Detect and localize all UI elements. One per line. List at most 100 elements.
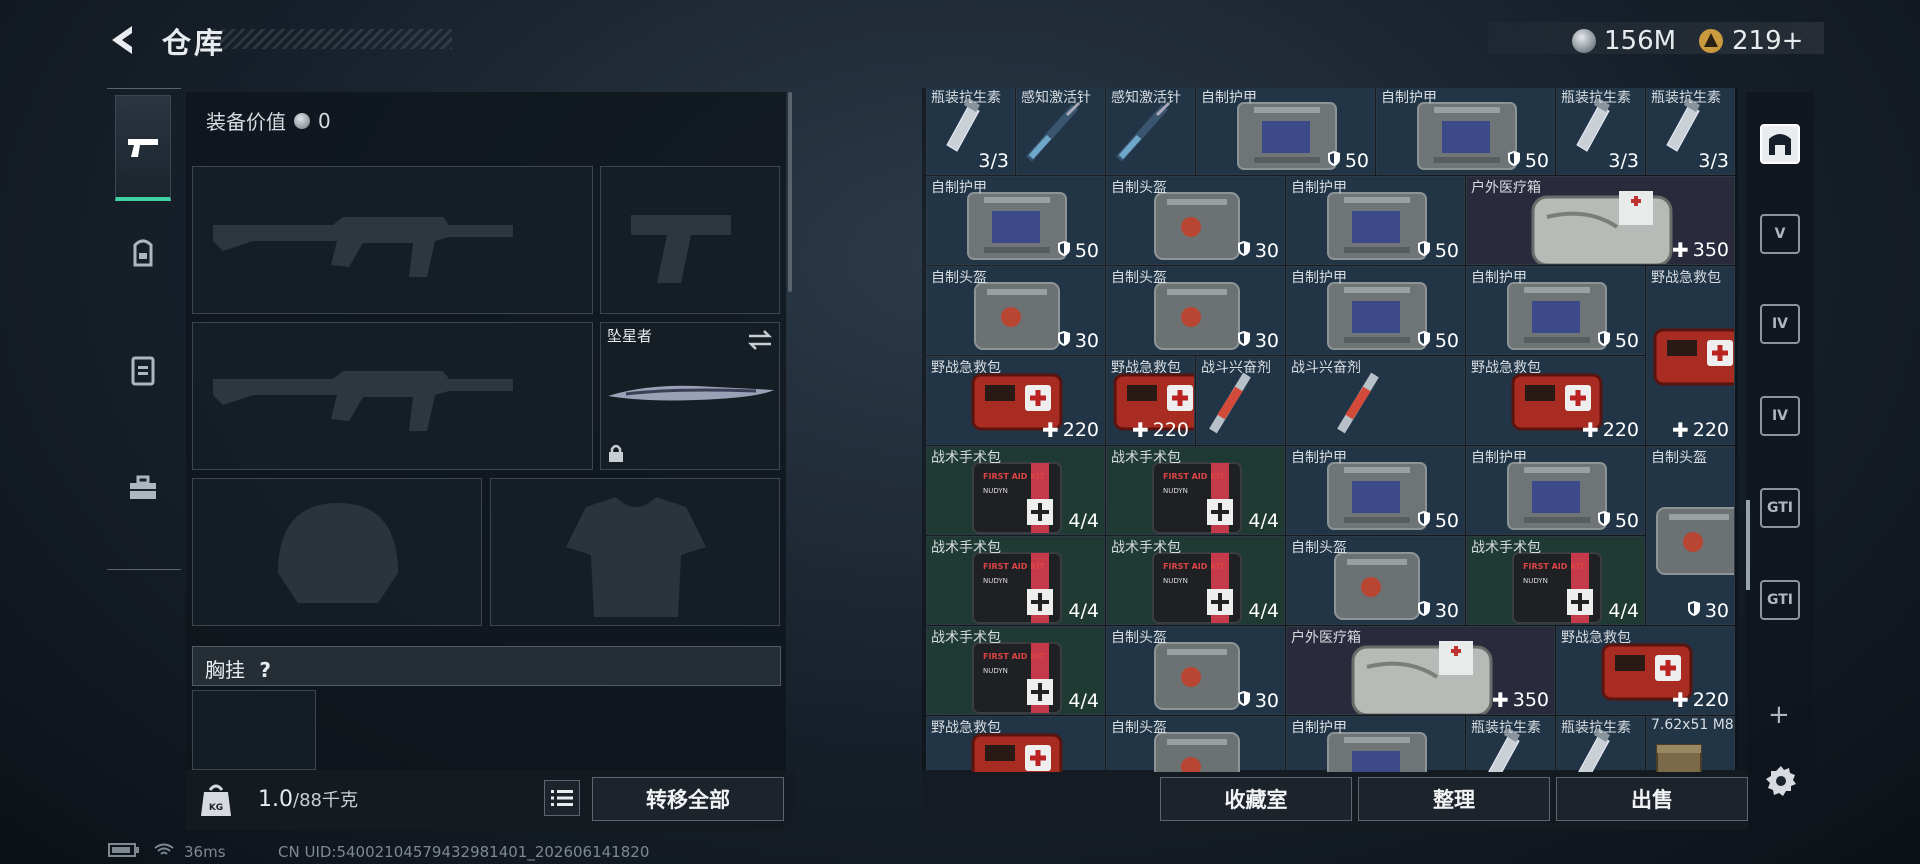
inventory-item[interactable]: 战斗兴奋剂 [1286,356,1465,445]
inventory-item[interactable]: 瓶装抗生素 3/3 [1646,88,1735,175]
gti-icon: GTI [1760,488,1800,528]
inventory-item[interactable]: 战术手术包 FIRST AID KIT NUDYN 4/4 [926,446,1105,535]
svg-text:NUDYN: NUDYN [1163,577,1188,585]
chest-rig-slot[interactable] [192,690,316,770]
filter-tab-backpack-sort[interactable] [1758,122,1802,166]
inventory-item[interactable]: 战术手术包 FIRST AID KIT NUDYN 4/4 [926,626,1105,715]
filter-tab-tier-iv-plus[interactable]: IV [1758,394,1802,438]
inventory-item[interactable]: 野战急救包 ✚ 220 [1466,356,1645,445]
melee-slot[interactable]: 坠星者 [600,322,780,470]
title-decoration [212,29,452,49]
inventory-item[interactable]: 战斗兴奋剂 [1196,356,1285,445]
inventory-item[interactable]: 战术手术包 FIRST AID KIT NUDYN 4/4 [1106,536,1285,625]
sort-button[interactable]: 整理 [1358,777,1550,821]
inventory-item[interactable]: 自制护甲 50 [1376,88,1555,175]
item-name: 自制护甲 [1291,720,1347,736]
inventory-item[interactable]: 自制护甲 [1286,716,1465,772]
inventory-item[interactable]: 自制头盔 30 [1106,176,1285,265]
currency-gold[interactable]: 219+ [1698,26,1803,56]
item-name: 户外医疗箱 [1291,630,1361,646]
svg-text:NUDYN: NUDYN [983,667,1008,675]
helmet-slot[interactable] [192,478,482,626]
inventory-item[interactable]: 感知激活针 [1106,88,1195,175]
inventory-item[interactable]: 自制护甲 50 [1196,88,1375,175]
inventory-item[interactable]: 自制头盔 [1106,716,1285,772]
vest-icon [1502,457,1612,534]
rifle-silhouette-icon [213,217,513,277]
pistol-slot[interactable] [600,166,780,314]
add-tab-button[interactable]: + [1768,700,1790,730]
item-value-text: 4/4 [1068,690,1099,712]
medbox-icon [1527,187,1677,264]
vest-icon [131,356,155,386]
inventory-item[interactable]: 户外医疗箱 ✚ 350 [1286,626,1555,715]
item-value: 30 [1237,690,1279,712]
item-value: 50 [1417,330,1459,352]
filter-tab-tier-v[interactable]: V [1758,212,1802,256]
inventory-item[interactable]: 自制头盔 30 [1106,266,1285,355]
item-value-text: 4/4 [1068,600,1099,622]
inventory-item[interactable]: 战术手术包 FIRST AID KIT NUDYN 4/4 [1466,536,1645,625]
help-icon[interactable]: ? [259,658,271,682]
backpack-sort-icon [1760,124,1800,164]
inventory-item[interactable]: 自制护甲 50 [1466,266,1645,355]
chest-rig-header: 胸挂 ? [192,646,781,686]
nav-weapons[interactable] [115,95,171,201]
inventory-item[interactable]: 野战急救包 ✚ 220 [1646,266,1735,445]
nav-vest[interactable] [115,317,171,423]
vest-icon [1412,97,1522,174]
filter-tab-gti-card[interactable]: GTI [1758,578,1802,622]
inventory-scrollbar[interactable] [1746,500,1750,590]
heal-icon: ✚ [1581,418,1599,442]
inventory-item[interactable]: 自制护甲 50 [1286,176,1465,265]
sell-button[interactable]: 出售 [1556,777,1748,821]
inventory-item[interactable]: 瓶装抗生素 3/3 [1556,88,1645,175]
coin-icon [1572,29,1596,53]
collection-room-button[interactable]: 收藏室 [1160,777,1352,821]
gold-amount: 219+ [1732,26,1804,56]
item-value-text: 350 [1512,689,1549,711]
helmet-icon [1327,547,1427,624]
item-name: 瓶装抗生素 [1561,720,1631,736]
item-value-text: 3/3 [978,150,1009,172]
settings-button[interactable] [1764,764,1798,798]
syringe-icon [1019,97,1089,171]
inventory-item[interactable]: 自制护甲 50 [1286,266,1465,355]
item-value-text: 50 [1614,330,1639,352]
list-view-button[interactable] [544,780,580,816]
inventory-item[interactable]: 自制护甲 50 [926,176,1105,265]
inventory-item[interactable]: 瓶装抗生素 3/3 [926,88,1015,175]
item-name: 瓶装抗生素 [1561,90,1631,106]
inventory-item[interactable]: 户外医疗箱 ✚ 350 [1466,176,1735,265]
secondary-weapon-slot[interactable] [192,322,593,470]
inventory-item[interactable]: 野战急救包 ✚ 220 [1106,356,1195,445]
equipment-scrollbar[interactable] [788,92,792,292]
inventory-item[interactable]: 感知激活针 [1016,88,1105,175]
transfer-all-button[interactable]: 转移全部 [592,777,784,821]
inventory-item[interactable]: 自制头盔 30 [1646,446,1735,625]
inventory-item[interactable]: 瓶装抗生素 [1556,716,1645,772]
inventory-item[interactable]: 自制头盔 30 [926,266,1105,355]
inventory-item[interactable]: 瓶装抗生素 [1466,716,1555,772]
currency-coins[interactable]: 156M [1572,26,1676,56]
nav-backpack[interactable] [115,199,171,305]
nav-case[interactable] [115,435,171,541]
swap-icon[interactable] [747,329,773,351]
inventory-item[interactable]: 自制护甲 50 [1466,446,1645,535]
inventory-item[interactable]: 7.62x51 M80 [1646,716,1735,772]
inventory-item[interactable]: 战术手术包 FIRST AID KIT NUDYN 4/4 [926,536,1105,625]
inventory-item[interactable]: 自制头盔 30 [1286,536,1465,625]
filter-tab-tier-iv[interactable]: IV [1758,302,1802,346]
inventory-item[interactable]: 野战急救包 [926,716,1105,772]
inventory-item[interactable]: 野战急救包 ✚ 220 [1556,626,1735,715]
inventory-item[interactable]: 战术手术包 FIRST AID KIT NUDYN 4/4 [1106,446,1285,535]
shield-icon [1327,150,1341,172]
inventory-item[interactable]: 自制头盔 30 [1106,626,1285,715]
inventory-item[interactable]: 自制护甲 50 [1286,446,1465,535]
weight-current: 1.0 [258,787,293,812]
inventory-item[interactable]: 野战急救包 ✚ 220 [926,356,1105,445]
back-button[interactable] [104,20,144,60]
primary-weapon-slot[interactable] [192,166,593,314]
armor-slot[interactable] [490,478,780,626]
filter-tab-gti[interactable]: GTI [1758,486,1802,530]
